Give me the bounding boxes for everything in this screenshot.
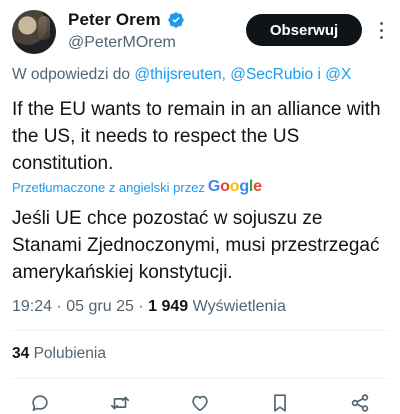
share-icon[interactable]: [348, 393, 372, 413]
reply-context: W odpowiedzi do @thijsreuten, @SecRubio …: [12, 66, 351, 84]
author-display-name[interactable]: Peter Orem: [68, 10, 161, 30]
mention-link[interactable]: @thijsreuten: [134, 66, 221, 83]
mention-conjunction: i: [313, 66, 326, 83]
verified-badge-icon: [167, 11, 185, 29]
bookmark-icon[interactable]: [268, 393, 292, 413]
translation-label: Przetłumaczone z angielski przez: [12, 179, 205, 195]
views-label: Wyświetlenia: [192, 298, 286, 315]
translated-text: Jeśli UE chce pozostać w sojuszu ze Stan…: [12, 208, 380, 283]
tweet-time[interactable]: 19:24: [12, 298, 52, 315]
avatar[interactable]: [12, 10, 56, 54]
like-icon[interactable]: [188, 393, 212, 413]
more-vertical-icon[interactable]: [370, 16, 392, 44]
divider: [12, 378, 388, 379]
author-name-row: Peter Orem: [68, 10, 185, 30]
google-logo: Google: [207, 178, 262, 195]
mention-separator: ,: [221, 66, 231, 83]
likes-link[interactable]: 34 Polubienia: [12, 345, 106, 363]
tweet-text: If the EU wants to remain in an alliance…: [12, 99, 381, 174]
views-count: 1 949: [148, 298, 189, 315]
reply-icon[interactable]: [28, 393, 52, 413]
tweet-date[interactable]: 05 gru 25: [66, 298, 134, 315]
follow-button[interactable]: Obserwuj: [246, 14, 362, 46]
action-bar: [0, 393, 400, 413]
mention-link[interactable]: @SecRubio: [230, 66, 313, 83]
retweet-icon[interactable]: [108, 393, 132, 413]
translation-attribution[interactable]: Przetłumaczone z angielski przez Google: [12, 178, 262, 196]
tweet-meta: 19:24 · 05 gru 25 · 1 949 Wyświetlenia: [12, 298, 286, 316]
divider: [12, 330, 388, 331]
meta-separator: ·: [138, 298, 144, 315]
likes-count: 34: [12, 345, 30, 362]
reply-prefix: W odpowiedzi do: [12, 66, 135, 83]
meta-separator: ·: [56, 298, 62, 315]
author-handle[interactable]: @PeterMOrem: [68, 34, 176, 52]
tweet-header: Peter Orem @PeterMOrem Obserwuj: [0, 0, 400, 64]
likes-label: Polubienia: [33, 345, 106, 362]
mention-link[interactable]: @X: [325, 66, 351, 83]
